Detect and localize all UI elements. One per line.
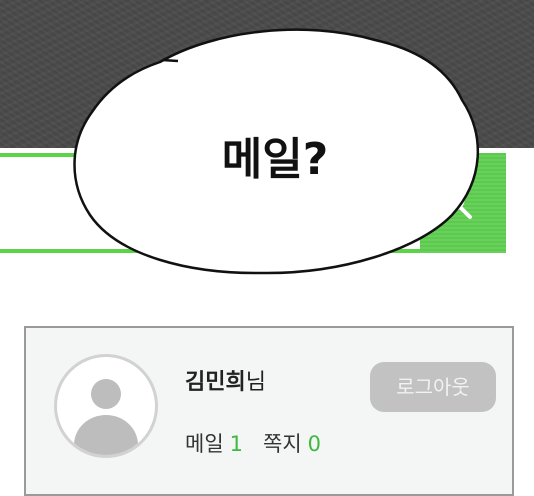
mail-count: 1 xyxy=(229,432,244,456)
user-honorific: 님 xyxy=(245,370,266,395)
note-count: 0 xyxy=(307,432,322,456)
note-label: 쪽지 xyxy=(263,432,302,456)
user-stats: 메일 1 쪽지 0 xyxy=(185,428,321,458)
logout-button[interactable]: 로그아웃 xyxy=(370,362,496,412)
user-greeting: 김민희님 xyxy=(185,364,266,396)
mail-label: 메일 xyxy=(185,432,224,456)
speech-bubble-text: 메일? xyxy=(221,134,329,185)
note-link[interactable]: 쪽지 0 xyxy=(263,432,321,456)
mail-link[interactable]: 메일 1 xyxy=(185,432,243,456)
user-name: 김민희 xyxy=(185,370,246,395)
user-avatar-icon xyxy=(54,354,158,458)
